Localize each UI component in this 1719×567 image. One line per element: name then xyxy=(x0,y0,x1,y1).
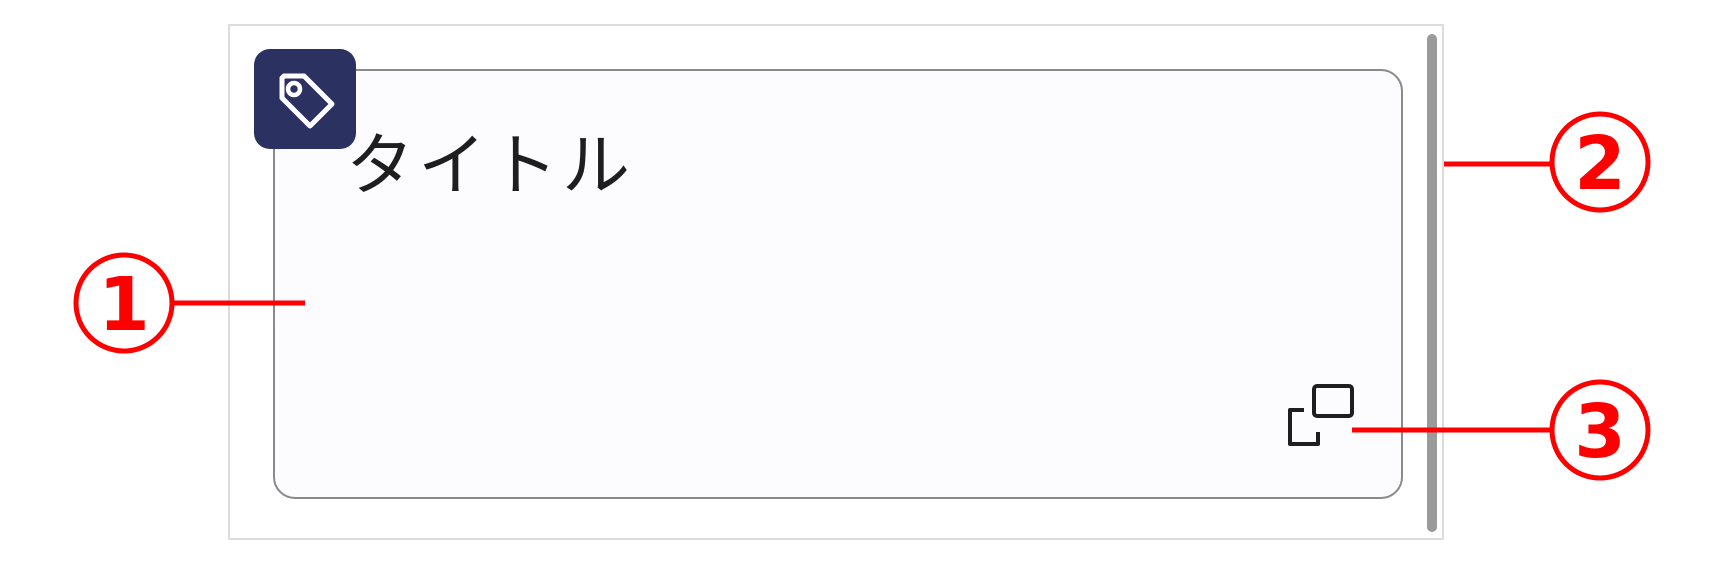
callout-1-circle xyxy=(73,252,175,354)
vertical-scrollbar[interactable] xyxy=(1427,34,1437,532)
callout-2-number: 2 xyxy=(1574,121,1626,207)
open-in-new-window-icon[interactable] xyxy=(1284,384,1356,448)
callout-3-circle xyxy=(1549,379,1651,481)
tag-icon xyxy=(279,73,335,129)
callout-1-number: 1 xyxy=(98,262,150,348)
tag-badge[interactable] xyxy=(254,49,356,149)
card-title: タイトル xyxy=(346,127,635,206)
callout-3-number: 3 xyxy=(1574,389,1626,475)
callout-2-circle xyxy=(1549,111,1651,213)
stage: タイトル 1 2 3 xyxy=(0,0,1719,567)
